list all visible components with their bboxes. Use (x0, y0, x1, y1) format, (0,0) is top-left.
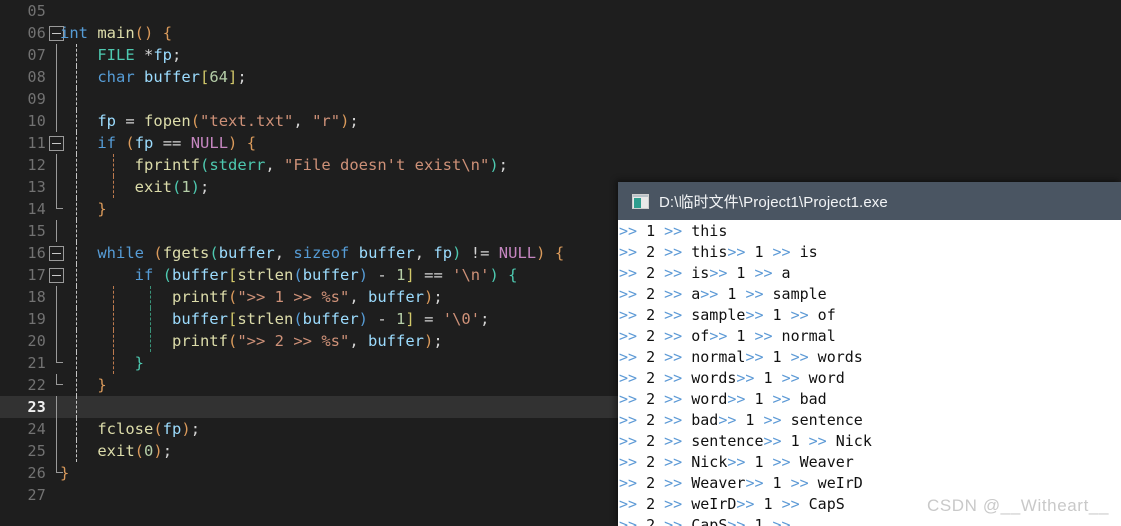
code-line[interactable]: 10 fp = fopen("text.txt", "r"); (0, 110, 1121, 132)
line-number: 26 (27, 464, 46, 482)
console-window[interactable]: D:\临时文件\Project1\Project1.exe >> 1 >> th… (618, 182, 1121, 526)
code-text: FILE *fp; (97, 46, 182, 64)
fold-guide (56, 396, 58, 418)
line-number: 15 (27, 222, 46, 240)
fold-guide (56, 286, 58, 308)
code-text: exit(1); (134, 178, 210, 196)
line-number: 12 (27, 156, 46, 174)
code-line[interactable]: 05 (0, 0, 1121, 22)
console-output-line: >> 2 >> words>> 1 >> word (619, 369, 845, 387)
console-output-line: >> 2 >> weIrD>> 1 >> CapS (619, 495, 845, 513)
line-number: 20 (27, 332, 46, 350)
code-line[interactable]: 08 char buffer[64]; (0, 66, 1121, 88)
line-number: 06 (27, 24, 46, 42)
line-number: 11 (27, 134, 46, 152)
fold-guide-end (56, 374, 66, 385)
line-number: 08 (27, 68, 46, 86)
line-number: 05 (27, 2, 46, 20)
console-output-line: >> 2 >> Weaver>> 1 >> weIrD (619, 474, 863, 492)
console-title: D:\临时文件\Project1\Project1.exe (659, 193, 888, 211)
code-text: if (fp == NULL) { (97, 134, 257, 152)
code-text: printf(">> 2 >> %s", buffer); (171, 332, 443, 350)
line-number: 23 (27, 398, 46, 416)
code-text: int main() { (60, 24, 173, 42)
line-number: 14 (27, 200, 46, 218)
line-number: 17 (27, 266, 46, 284)
code-line[interactable]: 12 fprintf(stderr, "File doesn't exist\n… (0, 154, 1121, 176)
line-number: 27 (27, 486, 46, 504)
fold-guide (56, 440, 58, 462)
console-output-line: >> 2 >> word>> 1 >> bad (619, 390, 827, 408)
console-output-line: >> 2 >> sentence>> 1 >> Nick (619, 432, 872, 450)
line-number: 25 (27, 442, 46, 460)
indent-guide (76, 88, 77, 110)
console-output-line: >> 2 >> this>> 1 >> is (619, 243, 818, 261)
fold-guide-end (56, 462, 66, 473)
code-text: buffer[strlen(buffer) - 1] = '\0'; (171, 310, 490, 328)
code-text: } (97, 200, 107, 218)
fold-guide (56, 110, 58, 132)
indent-guide (76, 220, 77, 242)
fold-guide (56, 66, 58, 88)
line-number: 18 (27, 288, 46, 306)
console-window-icon (632, 193, 649, 209)
line-number: 10 (27, 112, 46, 130)
code-text: } (60, 464, 70, 482)
fold-guide (56, 88, 58, 110)
screenshot-root: 05 06 int main() { 07 FILE *fp; 08 char … (0, 0, 1121, 526)
fold-guide (56, 220, 58, 242)
fold-guide (56, 154, 58, 176)
console-output[interactable]: >> 1 >> this >> 2 >> this>> 1 >> is >> 2… (618, 220, 1121, 526)
console-output-line: >> 2 >> CapS>> 1 >> (619, 516, 791, 526)
code-text: } (134, 354, 144, 372)
console-output-line: >> 2 >> is>> 1 >> a (619, 264, 791, 282)
fold-guide (56, 308, 58, 330)
code-text: if (buffer[strlen(buffer) - 1] == '\n') … (134, 266, 518, 284)
code-line[interactable]: 06 int main() { (0, 22, 1121, 44)
line-number: 22 (27, 376, 46, 394)
line-number: 24 (27, 420, 46, 438)
code-text: exit(0); (97, 442, 173, 460)
console-output-line: >> 2 >> a>> 1 >> sample (619, 285, 827, 303)
line-number: 21 (27, 354, 46, 372)
console-output-line: >> 2 >> normal>> 1 >> words (619, 348, 863, 366)
code-text: fclose(fp); (97, 420, 201, 438)
line-number: 07 (27, 46, 46, 64)
code-text: printf(">> 1 >> %s", buffer); (171, 288, 443, 306)
console-output-line: >> 2 >> bad>> 1 >> sentence (619, 411, 863, 429)
line-number: 19 (27, 310, 46, 328)
console-titlebar[interactable]: D:\临时文件\Project1\Project1.exe (618, 182, 1121, 220)
code-text: char buffer[64]; (97, 68, 247, 86)
code-line[interactable]: 09 (0, 88, 1121, 110)
line-number: 16 (27, 244, 46, 262)
line-number: 13 (27, 178, 46, 196)
fold-guide-end (56, 198, 66, 209)
line-number: 09 (27, 90, 46, 108)
fold-guide (56, 176, 58, 198)
console-output-line: >> 1 >> this (619, 222, 728, 240)
code-line[interactable]: 07 FILE *fp; (0, 44, 1121, 66)
code-line[interactable]: 11 if (fp == NULL) { (0, 132, 1121, 154)
console-output-line: >> 2 >> sample>> 1 >> of (619, 306, 836, 324)
fold-guide-end (56, 352, 66, 363)
fold-guide (56, 330, 58, 352)
console-output-line: >> 2 >> Nick>> 1 >> Weaver (619, 453, 854, 471)
code-text: fp = fopen("text.txt", "r"); (97, 112, 359, 130)
fold-guide (56, 418, 58, 440)
code-text: fprintf(stderr, "File doesn't exist\n"); (134, 156, 509, 174)
fold-guide (56, 44, 58, 66)
code-text: } (97, 376, 107, 394)
console-output-line: >> 2 >> of>> 1 >> normal (619, 327, 836, 345)
indent-guide (76, 396, 77, 418)
code-text: while (fgets(buffer, sizeof buffer, fp) … (97, 244, 565, 262)
